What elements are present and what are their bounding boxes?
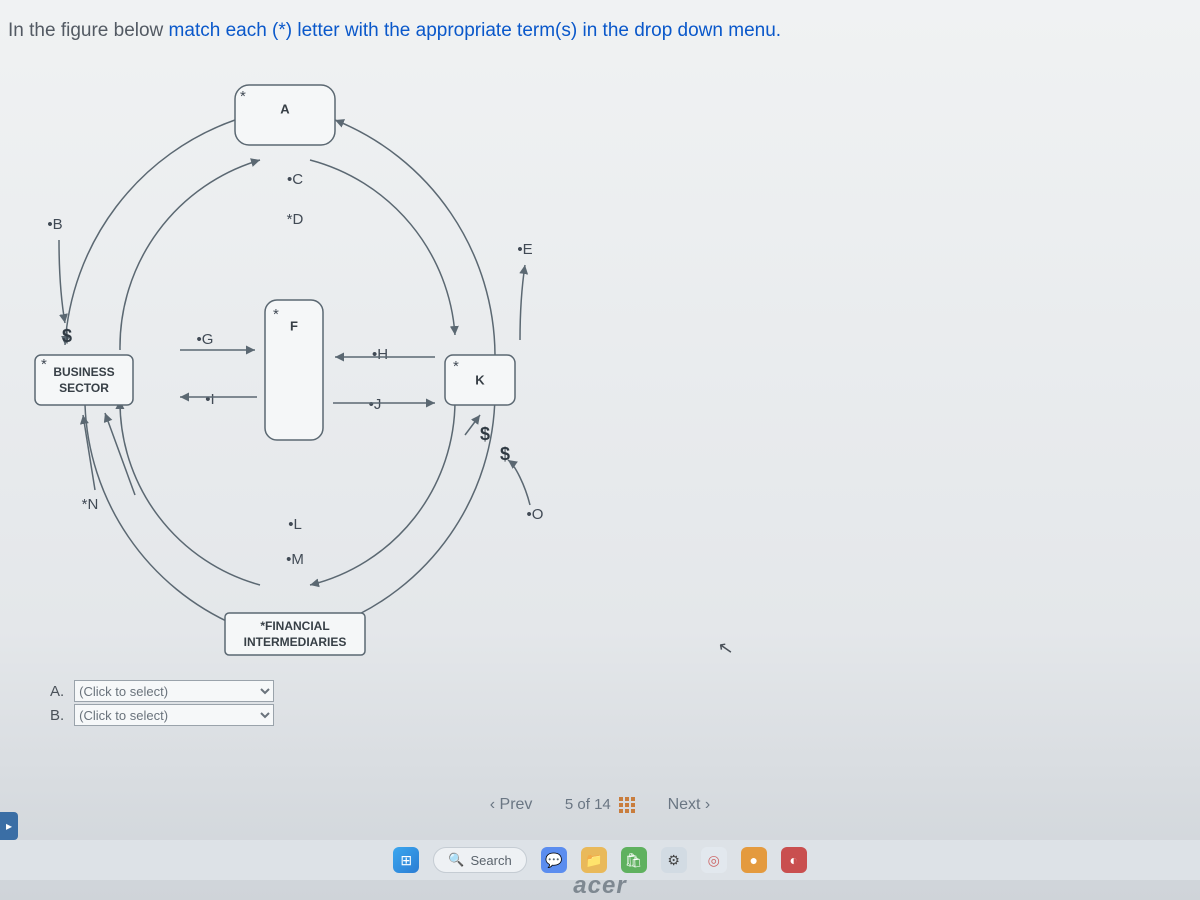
app-icon-2[interactable]: ● — [741, 847, 767, 873]
dollar-left: $ — [62, 326, 72, 346]
dollar-k: $ — [480, 424, 490, 444]
box-financial-2: INTERMEDIARIES — [244, 635, 347, 649]
instruction-pre: In the figure below — [8, 20, 169, 41]
answer-rows: A. (Click to select) B. (Click to select… — [50, 680, 274, 728]
settings-icon[interactable]: ⚙ — [661, 847, 687, 873]
answer-select-A[interactable]: (Click to select) — [74, 680, 274, 702]
svg-text:*: * — [273, 306, 279, 323]
files-icon[interactable]: 📁 — [581, 847, 607, 873]
store-icon[interactable]: 🛍 — [621, 847, 647, 873]
prev-button[interactable]: ‹ Prev — [474, 790, 549, 820]
label-E: •E — [517, 241, 532, 258]
chat-icon[interactable]: 💬 — [541, 847, 567, 873]
box-business-2: SECTOR — [59, 381, 109, 395]
svg-text:*: * — [240, 88, 246, 105]
laptop-brand: acer — [573, 872, 626, 900]
box-financial-1: *FINANCIAL — [260, 619, 329, 633]
question-instruction: In the figure below match each (*) lette… — [8, 20, 781, 42]
answer-label-B: B. — [50, 707, 70, 724]
app-icon-1[interactable]: ◎ — [701, 847, 727, 873]
box-F: F — [290, 318, 298, 333]
label-C: •C — [287, 171, 303, 188]
label-I: •I — [205, 391, 214, 408]
answer-select-B[interactable]: (Click to select) — [74, 704, 274, 726]
box-K: K — [475, 372, 485, 387]
label-G: •G — [197, 331, 214, 348]
box-A: A — [280, 101, 290, 116]
taskbar-search[interactable]: 🔍 Search — [433, 847, 526, 873]
next-button[interactable]: Next › — [652, 790, 727, 820]
label-M: •M — [286, 551, 304, 568]
flow-diagram: •C •M *D •L A * *FINANCIAL INTERMEDIARIE… — [5, 65, 585, 685]
start-icon[interactable]: ⊞ — [393, 847, 419, 873]
label-D: *D — [287, 211, 304, 228]
question-nav: ‹ Prev 5 of 14 Next › — [0, 790, 1200, 820]
question-position: 5 of 14 — [565, 796, 635, 813]
instruction-link: match each (*) letter with the appropria… — [169, 20, 782, 41]
label-H: •H — [372, 346, 388, 363]
box-business-1: BUSINESS — [53, 365, 114, 379]
mouse-cursor-icon: ↖ — [716, 637, 735, 660]
label-O: •O — [527, 506, 544, 523]
grid-icon[interactable] — [619, 797, 635, 813]
sidebar-expand-tab[interactable]: ▸ — [0, 812, 18, 840]
label-J: •J — [369, 396, 382, 413]
label-L: •L — [288, 516, 302, 533]
svg-text:*: * — [41, 356, 47, 373]
label-N: *N — [82, 496, 99, 513]
search-placeholder: Search — [470, 853, 511, 868]
answer-label-A: A. — [50, 683, 70, 700]
app-icon-3[interactable]: ◐ — [781, 847, 807, 873]
search-icon: 🔍 — [448, 852, 464, 868]
label-B: •B — [47, 216, 62, 233]
svg-text:*: * — [453, 358, 459, 375]
